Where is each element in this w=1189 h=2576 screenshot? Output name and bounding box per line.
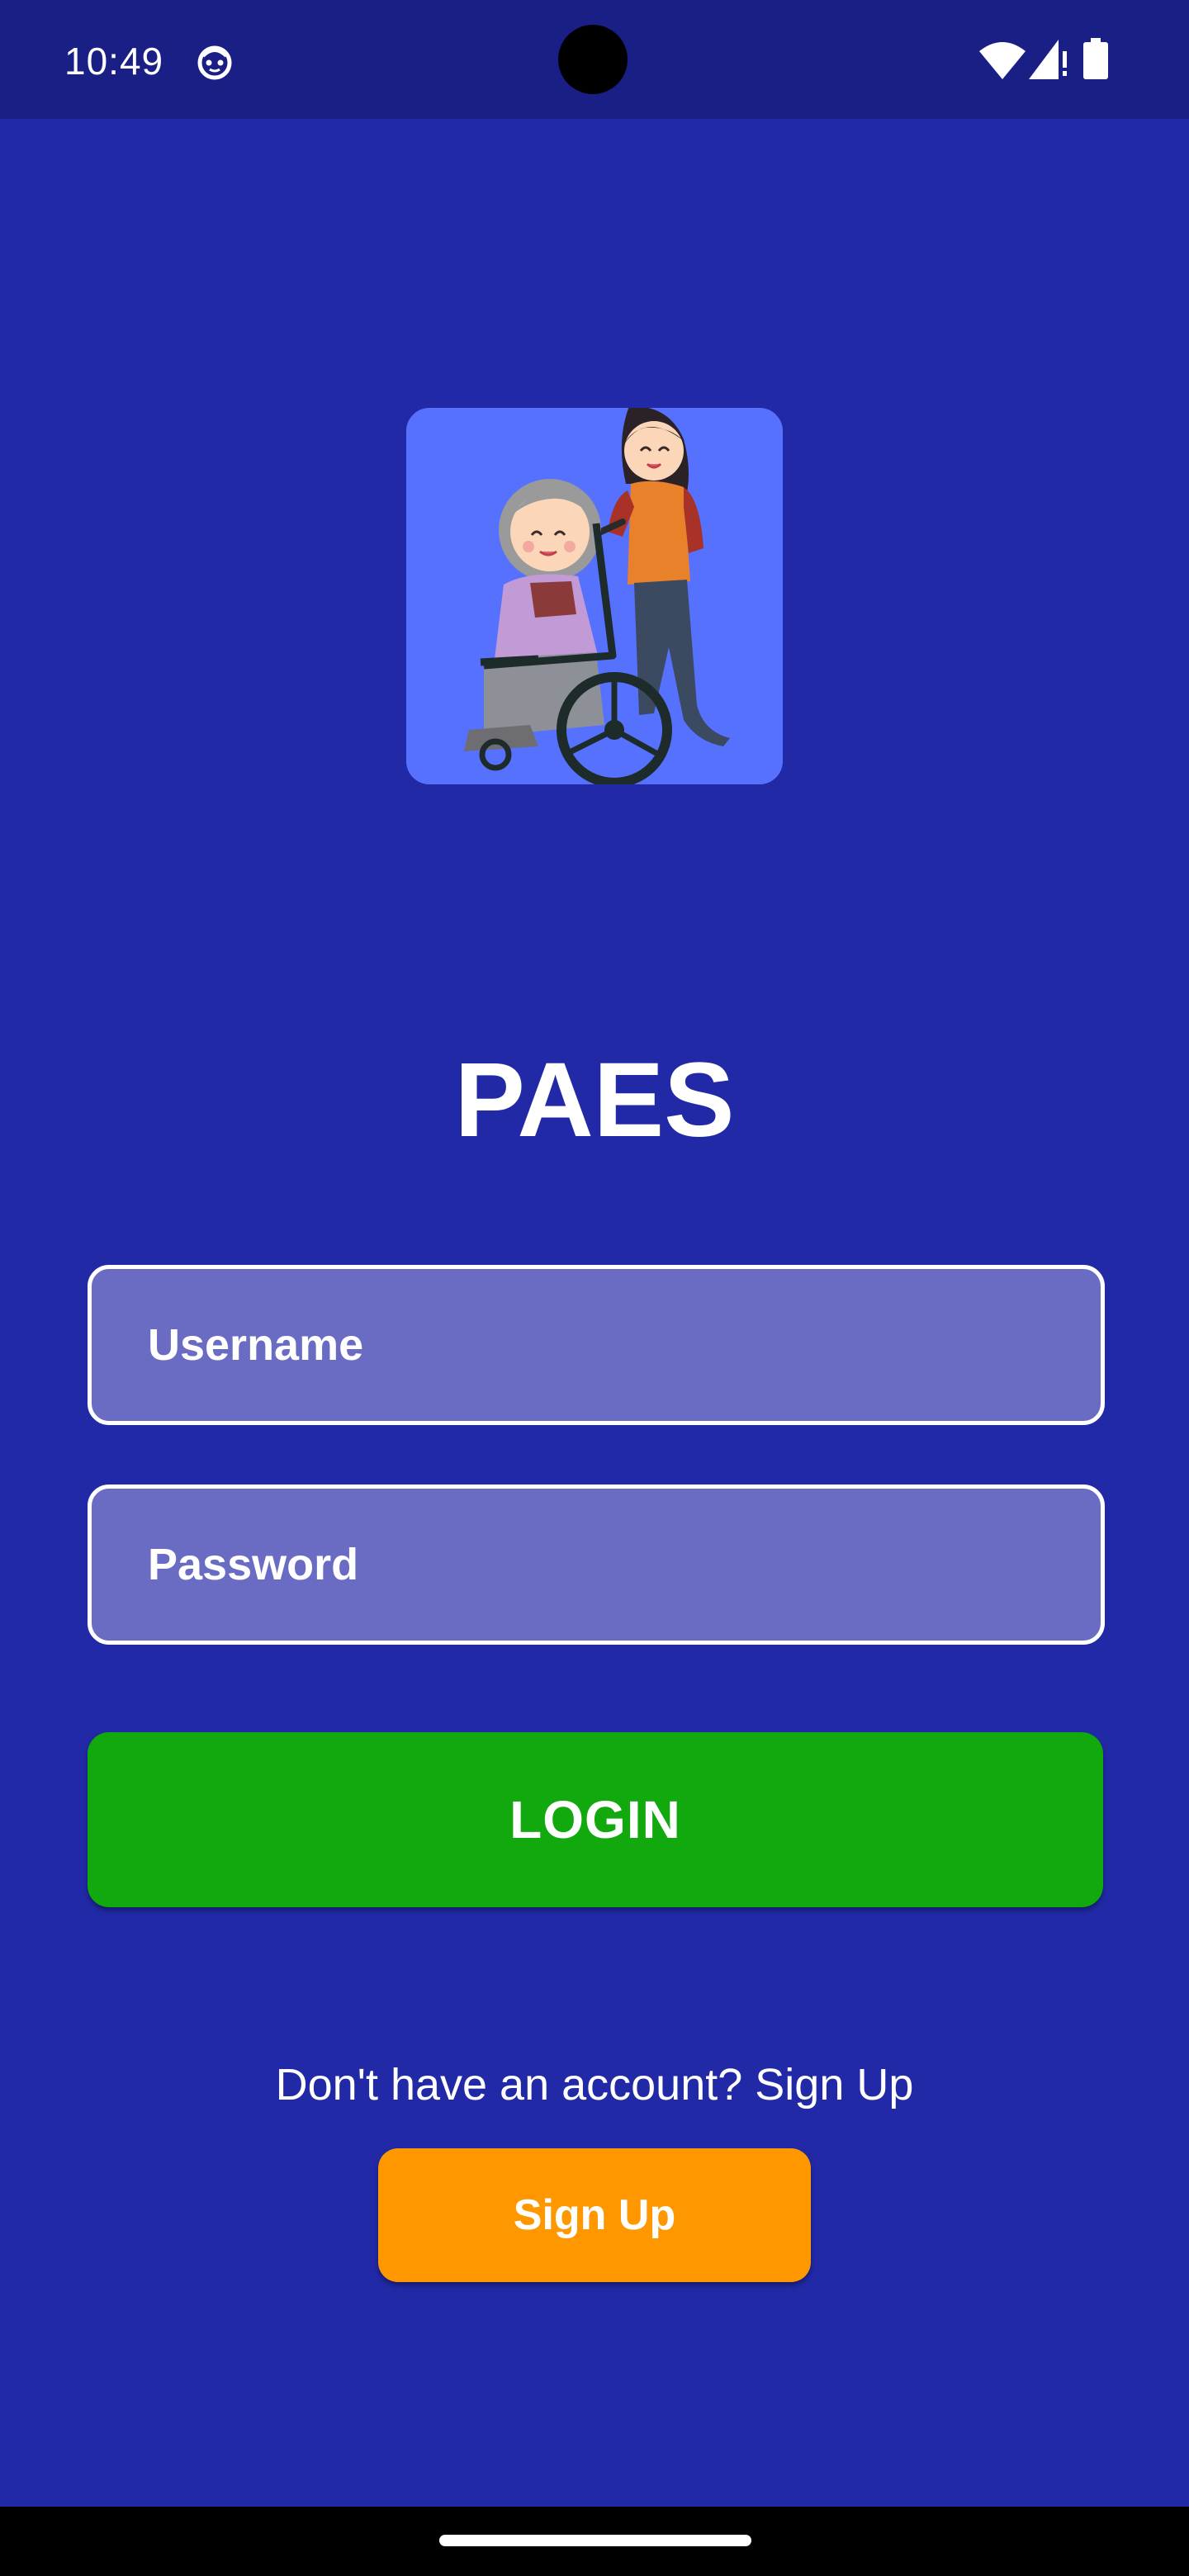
battery-icon	[1083, 38, 1108, 79]
app-title: PAES	[454, 1041, 735, 1159]
signup-button[interactable]: Sign Up	[378, 2148, 811, 2282]
home-gesture-handle[interactable]	[439, 2535, 751, 2546]
app-logo	[406, 408, 783, 784]
password-input[interactable]	[92, 1489, 1101, 1641]
status-bar: 10:49	[0, 0, 1189, 119]
navigation-bar	[0, 2507, 1189, 2576]
username-field-container	[88, 1265, 1105, 1425]
wifi-icon	[979, 42, 1026, 79]
status-time: 10:49	[64, 40, 164, 83]
caregiver-wheelchair-illustration	[464, 408, 730, 784]
android-debug-icon	[197, 45, 232, 80]
cell-signal-icon	[1029, 40, 1067, 79]
camera-cutout	[558, 25, 628, 94]
username-input[interactable]	[92, 1269, 1101, 1421]
login-button[interactable]: LOGIN	[88, 1732, 1103, 1907]
signup-prompt: Don't have an account? Sign Up	[275, 2060, 914, 2110]
password-field-container	[88, 1485, 1105, 1645]
